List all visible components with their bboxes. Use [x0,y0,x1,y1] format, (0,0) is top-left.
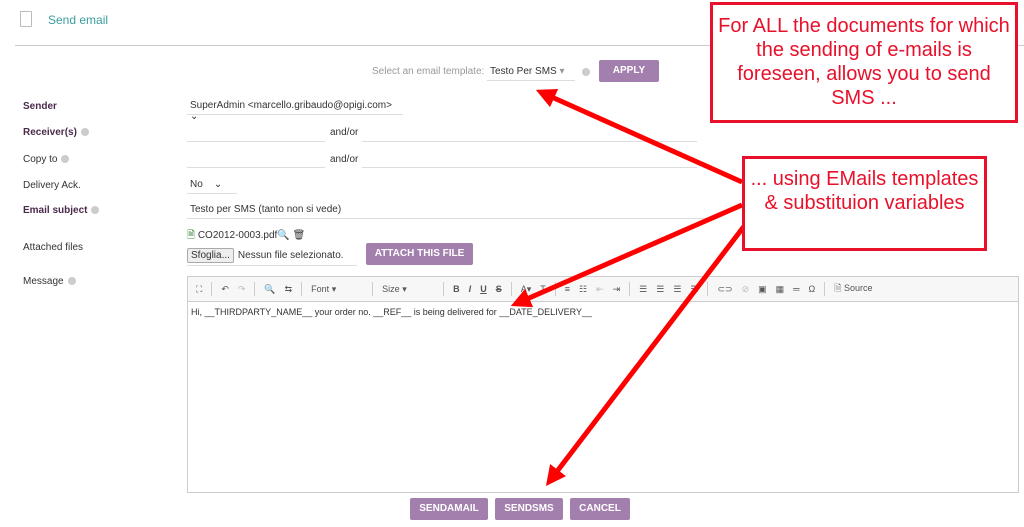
arrow-to-message [510,202,744,308]
annotation-box-templates: ... using EMails templates & substituion… [742,156,987,251]
annotation-box-sms: For ALL the documents for which the send… [710,2,1018,123]
arrow-to-sendsms [545,223,747,486]
